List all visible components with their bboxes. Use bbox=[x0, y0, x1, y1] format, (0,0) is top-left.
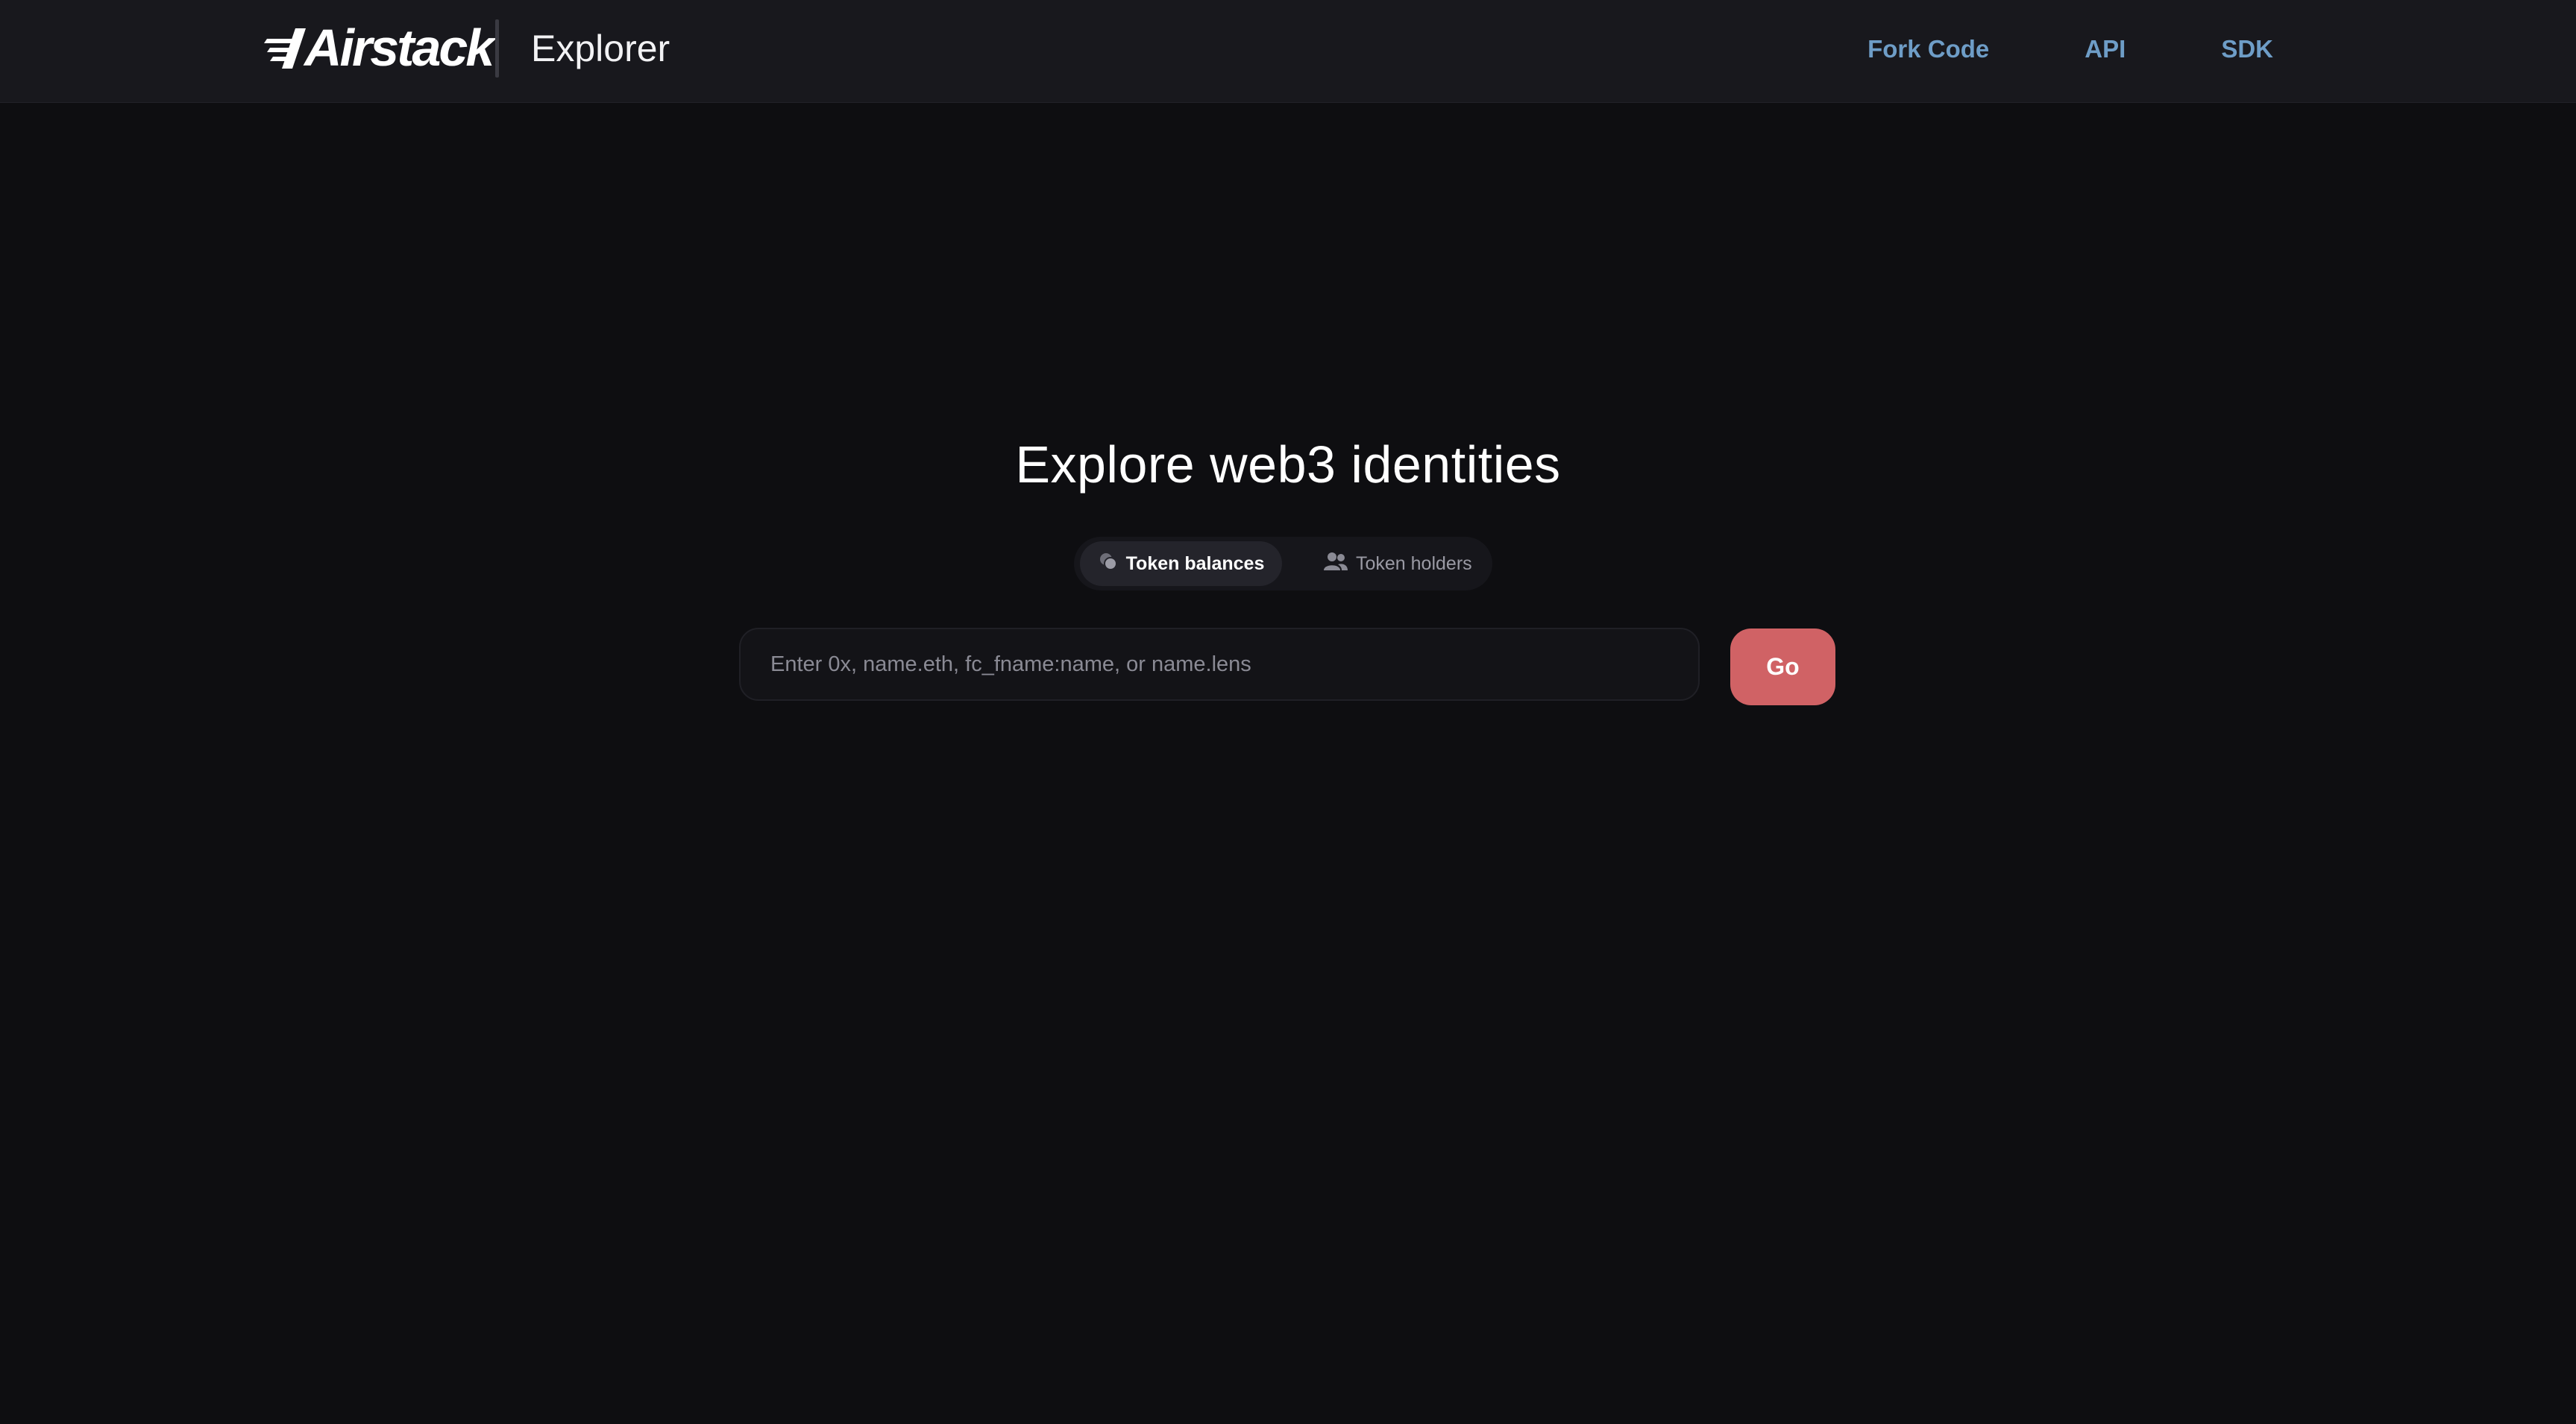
header-nav: Fork Code API SDK bbox=[1867, 30, 2273, 69]
search-box bbox=[739, 628, 1700, 701]
nav-api[interactable]: API bbox=[2085, 30, 2126, 69]
nav-fork-code[interactable]: Fork Code bbox=[1867, 30, 1989, 69]
users-icon bbox=[1323, 551, 1348, 577]
coins-icon bbox=[1098, 551, 1119, 577]
tab-token-balances-label: Token balances bbox=[1125, 552, 1265, 574]
header-divider bbox=[495, 19, 499, 78]
search-input[interactable] bbox=[741, 629, 1698, 699]
go-button[interactable]: Go bbox=[1730, 628, 1835, 705]
app-label: Explorer bbox=[531, 28, 670, 69]
nav-sdk[interactable]: SDK bbox=[2221, 30, 2273, 69]
tab-token-balances[interactable]: Token balances bbox=[1080, 541, 1282, 586]
tab-token-holders-label: Token holders bbox=[1356, 552, 1472, 574]
top-header: Airstack Explorer Fork Code API SDK bbox=[0, 0, 2576, 103]
airstack-logo[interactable]: Airstack bbox=[263, 19, 494, 77]
page-title: Explore web3 identities bbox=[1015, 435, 1561, 494]
logo-wordmark: Airstack bbox=[304, 19, 494, 77]
search-mode-tabs: Token balances Token holders bbox=[1074, 537, 1492, 590]
tab-token-holders[interactable]: Token holders bbox=[1323, 541, 1487, 586]
